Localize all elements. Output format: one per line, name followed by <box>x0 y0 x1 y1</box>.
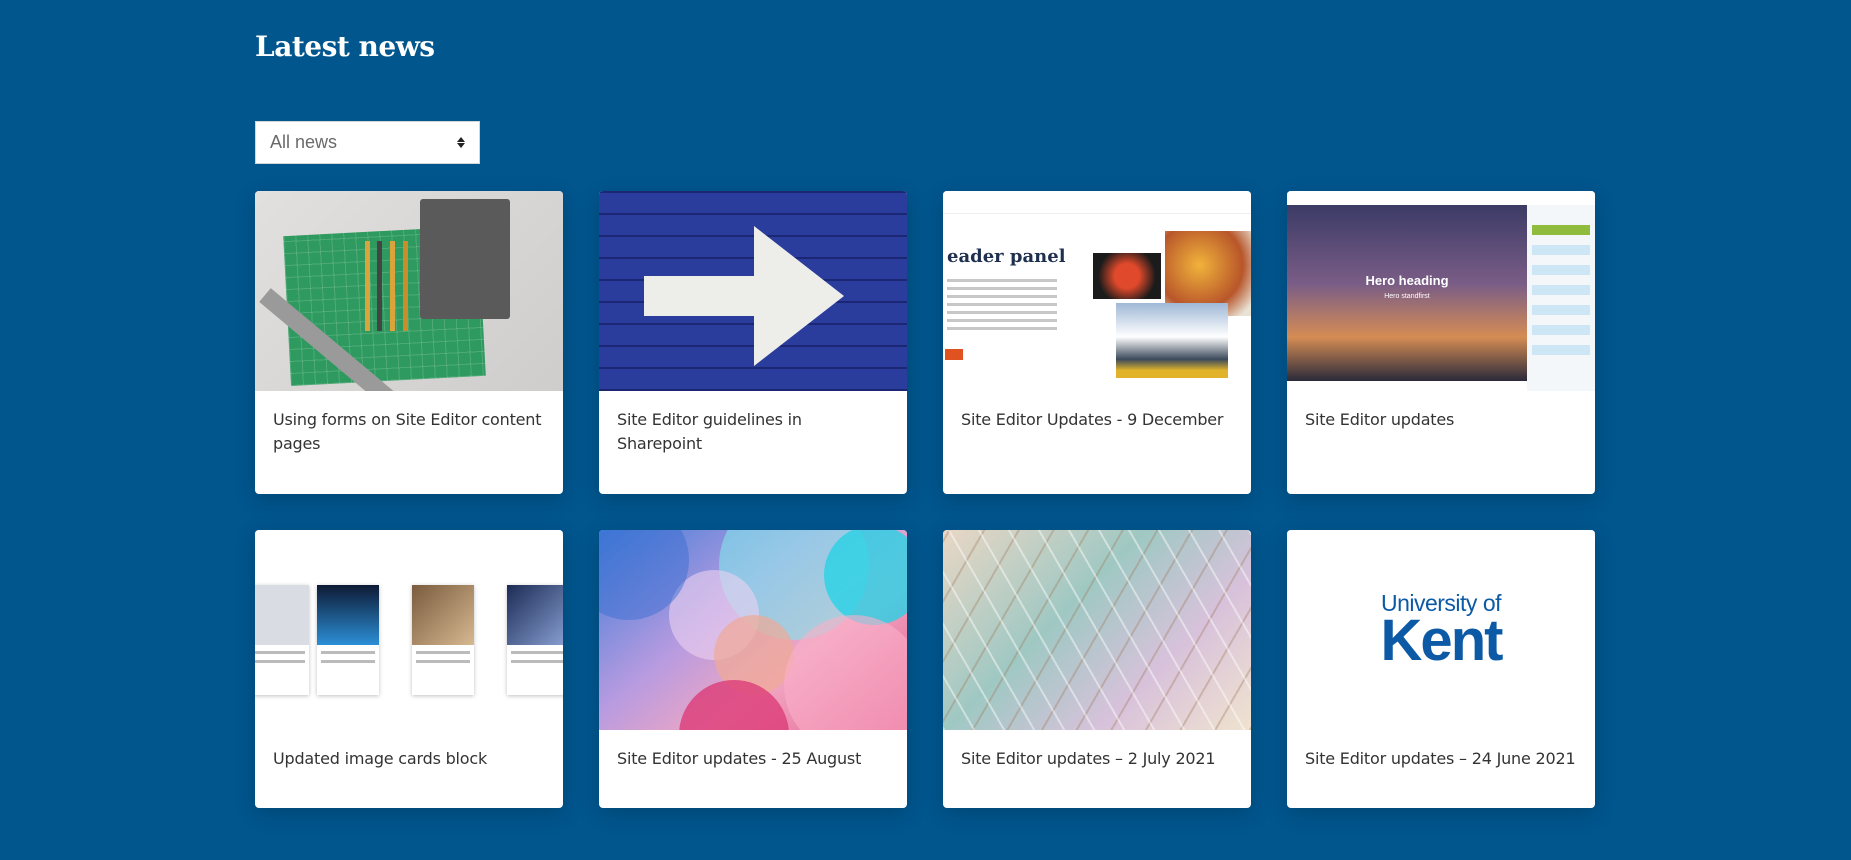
news-card-title[interactable]: Site Editor updates – 2 July 2021 <box>943 730 1251 771</box>
news-card[interactable]: Updated image cards block <box>255 530 563 808</box>
abstract-bubbles-image <box>599 530 907 730</box>
news-card[interactable]: Site Editor updates - 25 August <box>599 530 907 808</box>
news-card[interactable]: Site Editor updates – 2 July 2021 <box>943 530 1251 808</box>
hero-panel-screenshot-image: Hero heading Hero standfirst <box>1287 191 1595 391</box>
thumbnail-hero-heading: Hero heading <box>1365 273 1449 288</box>
image-cards-screenshot-image <box>255 530 563 730</box>
news-card[interactable]: Site Editor guidelines in Sharepoint <box>599 191 907 494</box>
news-card-title[interactable]: Site Editor updates <box>1287 391 1595 432</box>
page-title: Latest news <box>255 30 435 63</box>
news-card[interactable]: Hero heading Hero standfirst Site Editor… <box>1287 191 1595 494</box>
news-card-title[interactable]: Using forms on Site Editor content pages <box>255 391 563 456</box>
news-card-title[interactable]: Site Editor Updates - 9 December <box>943 391 1251 432</box>
university-logo-image: University of Kent <box>1287 530 1595 730</box>
news-card-title[interactable]: Site Editor updates – 24 June 2021 <box>1287 730 1595 771</box>
arrow-on-brick-image <box>599 191 907 391</box>
news-card[interactable]: University of Kent Site Editor updates –… <box>1287 530 1595 808</box>
news-card[interactable]: eader panel Site Editor Updates - 9 Dece… <box>943 191 1251 494</box>
news-card-title[interactable]: Site Editor guidelines in Sharepoint <box>599 391 907 456</box>
news-filter-select[interactable]: All news <box>255 121 480 164</box>
logo-line-2: Kent <box>1380 608 1504 673</box>
news-card-title[interactable]: Updated image cards block <box>255 730 563 771</box>
thumbnail-hero-standfirst: Hero standfirst <box>1384 293 1430 300</box>
stained-glass-image <box>943 530 1251 730</box>
news-card-title[interactable]: Site Editor updates - 25 August <box>599 730 907 771</box>
sort-arrows-icon <box>457 137 465 148</box>
desk-stationery-image <box>255 191 563 391</box>
news-filter-value: All news <box>270 132 338 152</box>
thumbnail-heading-text: eader panel <box>947 246 1066 267</box>
news-grid: Using forms on Site Editor content pages… <box>255 191 1595 808</box>
news-card[interactable]: Using forms on Site Editor content pages <box>255 191 563 494</box>
header-panel-screenshot-image: eader panel <box>943 191 1251 391</box>
